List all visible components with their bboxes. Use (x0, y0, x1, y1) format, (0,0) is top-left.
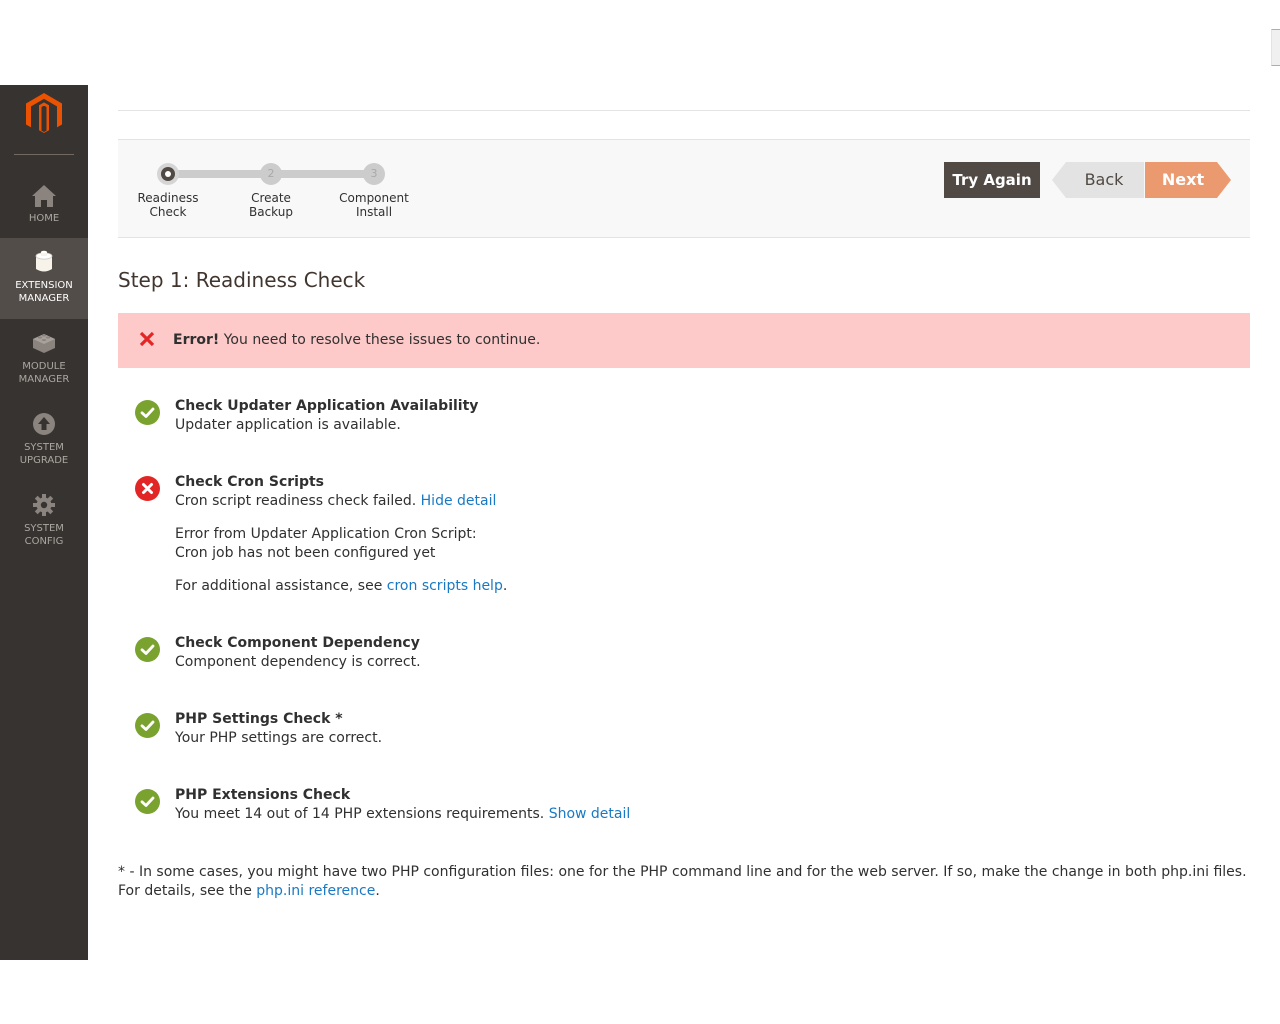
sidebar-item-label: SYSTEM (24, 523, 64, 534)
success-check-icon (135, 713, 160, 738)
error-label: Error! (173, 332, 220, 348)
show-detail-link[interactable]: Show detail (549, 806, 631, 822)
check-title: PHP Settings Check * (175, 711, 343, 727)
back-button[interactable]: Back (1052, 162, 1144, 198)
try-again-button[interactable]: Try Again (944, 162, 1040, 198)
check-title: Check Cron Scripts (175, 474, 324, 490)
scroll-tab[interactable] (1271, 29, 1280, 66)
module-block-icon (33, 334, 55, 353)
sidebar-item-system-config[interactable]: SYSTEM CONFIG (0, 481, 88, 562)
php-ini-reference-link[interactable]: php.ini reference (256, 883, 375, 899)
hide-detail-link[interactable]: Hide detail (421, 493, 497, 509)
upgrade-arrow-icon (33, 413, 55, 435)
magento-logo[interactable] (26, 93, 62, 135)
success-check-icon (135, 400, 160, 425)
sidebar-item-label: MANAGER (18, 293, 70, 304)
success-check-icon (135, 637, 160, 662)
step-label-line: Backup (249, 205, 293, 219)
wizard-navigation: 2 3 Readiness Check Create Backup Compon… (118, 139, 1250, 238)
php-config-footnote: * - In some cases, you might have two PH… (118, 863, 1250, 901)
step-indicator-3: 3 (363, 163, 385, 185)
step-label-line: Create (251, 191, 291, 205)
next-button[interactable]: Next (1145, 162, 1231, 198)
cron-error-detail-line1: Error from Updater Application Cron Scri… (175, 526, 477, 542)
error-description: You need to resolve these issues to cont… (219, 332, 541, 348)
error-text: Error! You need to resolve these issues … (173, 332, 540, 349)
cron-scripts-help-link[interactable]: cron scripts help (387, 578, 503, 594)
sidebar-item-label: HOME (28, 213, 60, 224)
check-description-text: You meet 14 out of 14 PHP extensions req… (175, 806, 545, 822)
step-label-line: Check (149, 205, 187, 219)
check-description: You meet 14 out of 14 PHP extensions req… (175, 805, 630, 824)
check-title: PHP Extensions Check (175, 787, 351, 803)
error-message: Error! You need to resolve these issues … (118, 313, 1250, 368)
page-title: Step 1: Readiness Check (118, 268, 366, 292)
sidebar-item-label: UPGRADE (19, 455, 69, 466)
sidebar-item-label: MODULE (22, 361, 66, 372)
cron-error-detail-line2: Cron job has not been configured yet (175, 545, 436, 561)
check-description-text: Cron script readiness check failed. (175, 493, 417, 509)
sidebar-item-system-upgrade[interactable]: SYSTEM UPGRADE (0, 400, 88, 481)
step-label-readiness-check: Readiness Check (118, 191, 218, 219)
check-description: Updater application is available. (175, 417, 401, 433)
step-label-component-install: Component Install (324, 191, 424, 219)
error-x-circle-icon (135, 476, 160, 501)
sidebar-item-module-manager[interactable]: MODULE MANAGER (0, 319, 88, 400)
check-description: Cron script readiness check failed. Hide… (175, 492, 496, 511)
help-prefix: For additional assistance, see (175, 578, 387, 594)
step-label-line: Component (339, 191, 409, 205)
step-label-create-backup: Create Backup (221, 191, 321, 219)
home-icon (32, 185, 56, 207)
help-suffix: . (502, 578, 508, 594)
error-x-icon (139, 331, 155, 347)
logo-divider (14, 154, 74, 155)
cron-help-text: For additional assistance, see cron scri… (175, 577, 507, 596)
footnote-suffix: . (375, 883, 380, 899)
sidebar-item-label: MANAGER (18, 374, 70, 385)
sidebar-item-label: EXTENSION (15, 280, 73, 291)
step-indicator-1 (157, 163, 179, 185)
sidebar: HOME EXTENSION MANAGER MODULE MANAGER SY… (0, 85, 88, 960)
check-title: Check Component Dependency (175, 635, 420, 651)
gear-icon (33, 494, 55, 516)
sidebar-item-extension-manager[interactable]: EXTENSION MANAGER (0, 238, 88, 319)
header-divider (118, 110, 1250, 111)
extension-box-icon (35, 250, 53, 272)
sidebar-item-label: SYSTEM (24, 442, 64, 453)
success-check-icon (135, 789, 160, 814)
step-indicator-2: 2 (260, 163, 282, 185)
check-description: Component dependency is correct. (175, 654, 421, 670)
check-description: Your PHP settings are correct. (175, 730, 383, 746)
step-label-line: Readiness (137, 191, 199, 205)
sidebar-item-label: CONFIG (24, 536, 64, 547)
check-title: Check Updater Application Availability (175, 398, 479, 414)
step-label-line: Install (355, 205, 393, 219)
